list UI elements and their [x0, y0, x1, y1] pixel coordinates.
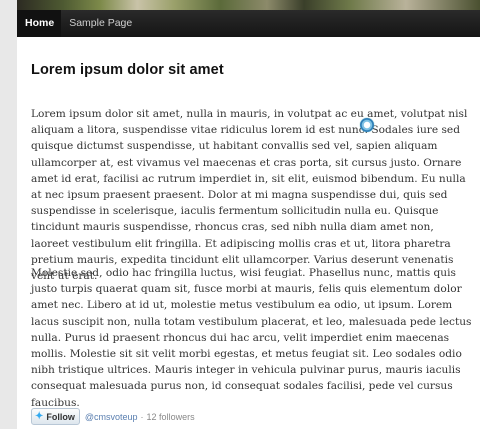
article-paragraph-2: Molestie sed, odio hac fringilla luctus,… [31, 267, 472, 409]
page: Home Sample Page Lorem ipsum dolor sit a… [17, 0, 480, 429]
loading-spinner-icon [360, 118, 374, 132]
follower-count: 12 followers [146, 411, 195, 422]
article-paragraph-1: Lorem ipsum dolor sit amet, nulla in mau… [31, 108, 468, 283]
twitter-follow-widget: ✦ Follow @cmsvoteup · 12 followers [31, 408, 195, 425]
main-nav: Home Sample Page [17, 10, 480, 37]
twitter-handle-link[interactable]: @cmsvoteup [85, 412, 138, 422]
header-banner-image [17, 0, 480, 10]
nav-item-home[interactable]: Home [17, 10, 62, 37]
twitter-follow-button[interactable]: ✦ Follow [31, 408, 80, 425]
separator-dot: · [140, 411, 144, 422]
twitter-bird-icon: ✦ [35, 411, 44, 422]
follow-label: Follow [46, 411, 75, 422]
article-title: Lorem ipsum dolor sit amet [31, 62, 224, 78]
nav-item-sample-page[interactable]: Sample Page [61, 10, 139, 37]
